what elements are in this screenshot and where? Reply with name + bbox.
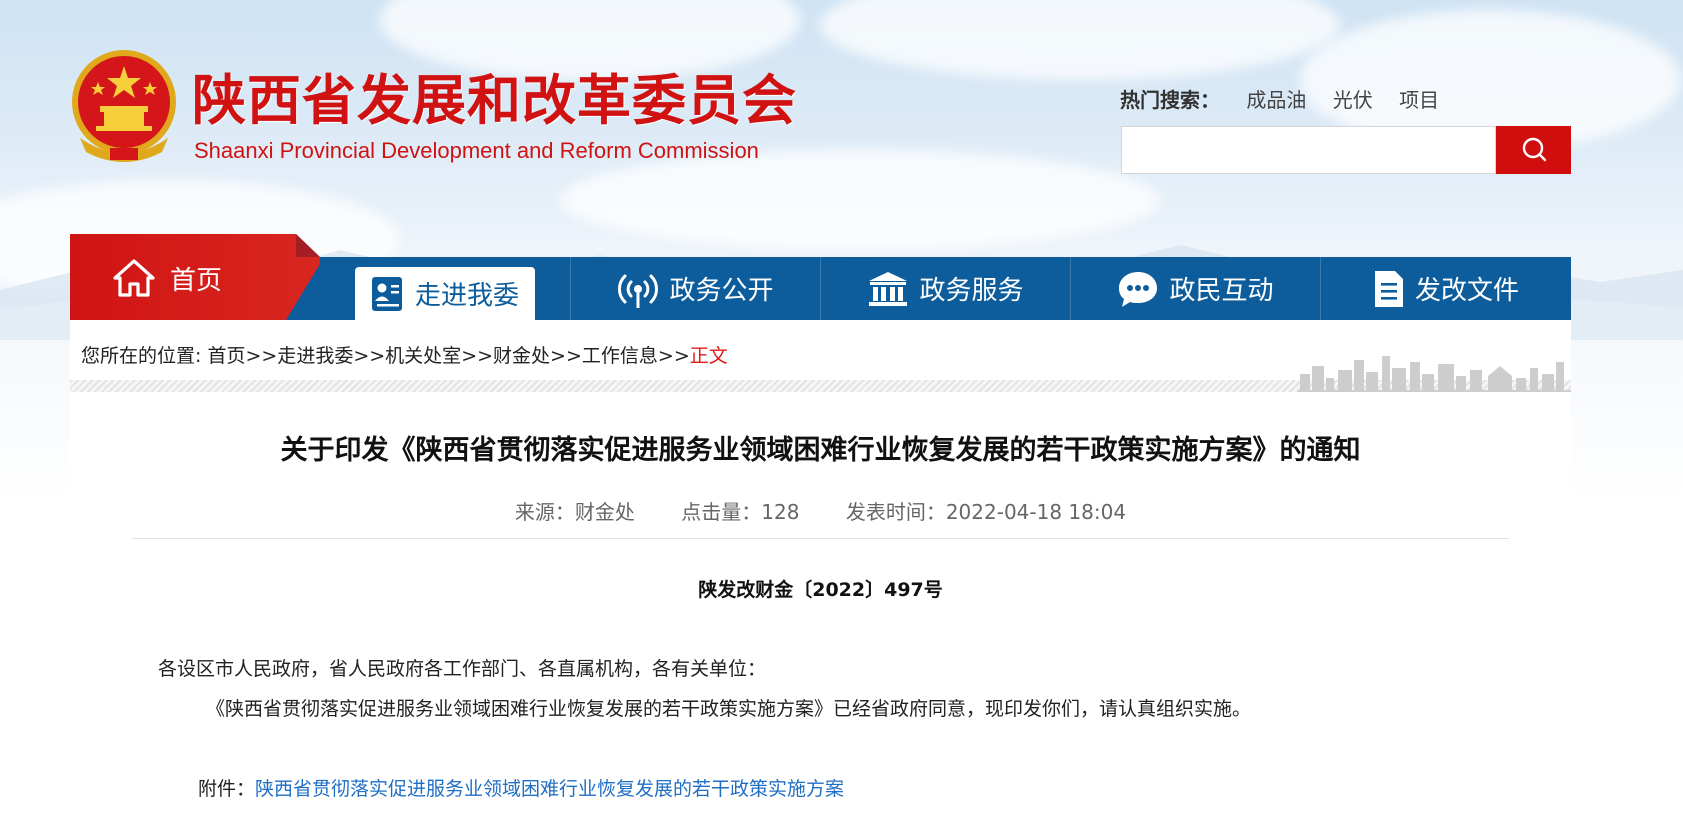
nav-tab-government-affairs[interactable]: 政务公开 <box>570 257 820 320</box>
search-input[interactable] <box>1122 127 1495 173</box>
attachment: 附件：陕西省贯彻落实促进服务业领域困难行业恢复发展的若干政策实施方案 <box>198 774 844 801</box>
breadcrumb-item[interactable]: 走进我委 <box>277 345 353 367</box>
nav-tab-about[interactable]: 走进我委 <box>355 267 535 320</box>
search-icon <box>1521 136 1547 165</box>
breadcrumb: 您所在的位置: 首页>>走进我委>>机关处室>>财金处>>工作信息>>正文 <box>81 341 728 368</box>
hot-search-term[interactable]: 光伏 <box>1333 88 1373 112</box>
breadcrumb-item[interactable]: 财金处 <box>493 345 550 367</box>
article-meta: 来源：财金处 点击量：128 发表时间：2022-04-18 18:04 <box>70 496 1571 525</box>
breadcrumb-item[interactable]: 首页 <box>207 345 245 367</box>
nav-tab-government-services[interactable]: 政务服务 <box>820 257 1070 320</box>
nav-tab-label: 政务服务 <box>919 276 1024 306</box>
nav-home-label: 首页 <box>170 266 223 296</box>
site-title: 陕西省发展和改革委员会 <box>192 68 797 132</box>
article-recipient: 各设区市人民政府，省人民政府各工作部门、各直属机构，各有关单位： <box>158 658 767 680</box>
article-published: 发表时间：2022-04-18 18:04 <box>845 500 1127 524</box>
breadcrumb-current: 正文 <box>689 345 728 367</box>
nav-home[interactable]: 首页 <box>70 234 320 320</box>
broadcast-icon <box>617 269 659 309</box>
document-number: 陕发改财金〔2022〕497号 <box>698 579 943 601</box>
search-box <box>1121 126 1496 174</box>
breadcrumb-separator: >> <box>461 345 494 367</box>
breadcrumb-separator: >> <box>657 345 690 367</box>
nav-tab-reform-documents[interactable]: 发改文件 <box>1320 257 1571 320</box>
breadcrumb-separator: >> <box>550 345 582 367</box>
national-emblem-logo <box>70 48 178 166</box>
article-clicks: 点击量：128 <box>681 500 800 524</box>
breadcrumb-separator: >> <box>353 345 386 367</box>
person-card-icon <box>371 276 405 312</box>
search-button[interactable] <box>1496 126 1571 174</box>
nav-tab-label: 政民互动 <box>1169 276 1274 306</box>
hot-search-label: 热门搜索： <box>1120 88 1220 112</box>
breadcrumb-separator: >> <box>245 345 278 367</box>
title-divider <box>132 538 1509 539</box>
nav-tab-label: 发改文件 <box>1414 276 1519 306</box>
article-title: 关于印发《陕西省贯彻落实促进服务业领域困难行业恢复发展的若干政策实施方案》的通知 <box>280 435 1361 466</box>
article-body: 《陕西省贯彻落实促进服务业领域困难行业恢复发展的若干政策实施方案》已经省政府同意… <box>206 698 1252 720</box>
document-icon <box>1373 269 1405 309</box>
breadcrumb-prefix: 您所在的位置: <box>81 345 202 367</box>
nav-tab-public-interaction[interactable]: 政民互动 <box>1070 257 1320 320</box>
hot-search-term[interactable]: 项目 <box>1399 88 1439 112</box>
home-icon <box>112 258 156 302</box>
breadcrumb-item[interactable]: 工作信息 <box>582 345 658 367</box>
attachment-link[interactable]: 陕西省贯彻落实促进服务业领域困难行业恢复发展的若干政策实施方案 <box>255 778 844 800</box>
site-subtitle: Shaanxi Provincial Development and Refor… <box>194 138 759 163</box>
hot-search-term[interactable]: 成品油 <box>1246 88 1306 112</box>
chat-bubble-icon <box>1117 269 1159 309</box>
breadcrumb-item[interactable]: 机关处室 <box>385 345 461 367</box>
nav-tab-label: 政务公开 <box>669 276 774 306</box>
hot-search: 热门搜索： 成品油 光伏 项目 <box>1120 84 1439 113</box>
nav-tab-label: 走进我委 <box>414 281 519 311</box>
article-source: 来源：财金处 <box>514 500 635 524</box>
institution-icon <box>867 270 909 308</box>
attachment-label: 附件： <box>198 778 256 800</box>
